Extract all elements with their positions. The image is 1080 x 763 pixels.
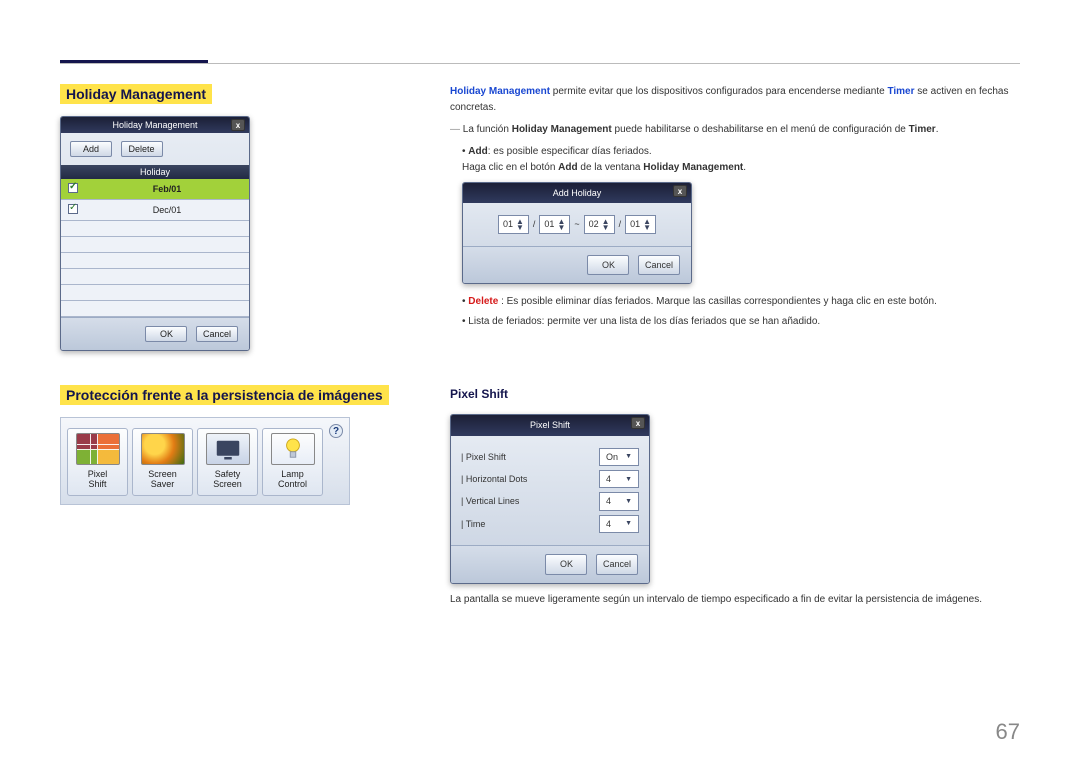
- term-timer: Timer: [887, 86, 914, 97]
- intro-paragraph: Holiday Management permite evitar que lo…: [450, 84, 1020, 116]
- pixel-shift-heading: Pixel Shift: [450, 385, 1020, 404]
- bullet-list: Lista de feriados: permite ver una lista…: [462, 314, 1020, 330]
- page-number: 67: [996, 719, 1020, 745]
- table-row: [61, 253, 249, 269]
- ok-button[interactable]: OK: [145, 326, 187, 342]
- table-row: [61, 269, 249, 285]
- month-end-spinner[interactable]: 02▲▼: [584, 215, 615, 233]
- screen-saver-tile[interactable]: Screen Saver: [132, 428, 193, 496]
- pixel-shift-icon: [76, 433, 120, 465]
- safety-functions-panel: ? Pixel Shift Screen Saver: [60, 417, 350, 505]
- bullet-delete: Delete : Es posible eliminar días feriad…: [462, 294, 1020, 310]
- dialog-title-text: Pixel Shift: [530, 418, 570, 432]
- help-icon[interactable]: ?: [329, 424, 343, 438]
- pixel-shift-caption: La pantalla se mueve ligeramente según u…: [450, 592, 1020, 608]
- day-start-spinner[interactable]: 01▲▼: [539, 215, 570, 233]
- setting-vertical-lines: | Vertical Lines 4▼: [461, 492, 639, 510]
- table-row: [61, 285, 249, 301]
- checkbox-icon[interactable]: [68, 204, 78, 214]
- safety-screen-icon: [206, 433, 250, 465]
- vertical-lines-dropdown[interactable]: 4▼: [599, 492, 639, 510]
- chevron-down-icon: ▼: [625, 518, 632, 529]
- cancel-button[interactable]: Cancel: [196, 326, 238, 342]
- range-separator: ~: [574, 217, 579, 231]
- pixel-shift-tile[interactable]: Pixel Shift: [67, 428, 128, 496]
- cancel-button[interactable]: Cancel: [596, 554, 638, 574]
- close-icon[interactable]: x: [231, 119, 245, 131]
- table-row: [61, 301, 249, 317]
- safety-screen-tile[interactable]: Safety Screen: [197, 428, 258, 496]
- lamp-icon: [271, 433, 315, 465]
- holiday-date-cell: Dec/01: [85, 200, 249, 221]
- time-dropdown[interactable]: 4▼: [599, 515, 639, 533]
- setting-pixel-shift: | Pixel Shift On▼: [461, 448, 639, 466]
- note-line: La función Holiday Management puede habi…: [450, 122, 1020, 138]
- dialog-title: Add Holiday x: [463, 183, 691, 203]
- dialog-title: Holiday Management x: [61, 117, 249, 133]
- table-row: Feb/01: [61, 179, 249, 200]
- table-row: [61, 237, 249, 253]
- checkbox-icon[interactable]: [68, 183, 78, 193]
- table-row: [61, 221, 249, 237]
- chevron-down-icon: ▼: [625, 496, 632, 507]
- add-button[interactable]: Add: [70, 141, 112, 157]
- section-title-persistence: Protección frente a la persistencia de i…: [60, 385, 389, 405]
- day-end-spinner[interactable]: 01▲▼: [625, 215, 656, 233]
- holiday-date-cell: Feb/01: [85, 179, 249, 200]
- month-start-spinner[interactable]: 01▲▼: [498, 215, 529, 233]
- bullet-add: Add: es posible especificar días feriado…: [462, 144, 1020, 284]
- lamp-control-tile[interactable]: Lamp Control: [262, 428, 323, 496]
- delete-button[interactable]: Delete: [121, 141, 163, 157]
- chevron-down-icon: ▼: [625, 451, 632, 462]
- holiday-management-dialog: Holiday Management x Add Delete Holiday …: [60, 116, 250, 351]
- horizontal-dots-dropdown[interactable]: 4▼: [599, 470, 639, 488]
- screen-saver-icon: [141, 433, 185, 465]
- close-icon[interactable]: x: [673, 185, 687, 197]
- holiday-table: Feb/01 Dec/01: [61, 179, 249, 317]
- setting-horizontal-dots: | Horizontal Dots 4▼: [461, 470, 639, 488]
- table-row: Dec/01: [61, 200, 249, 221]
- add-holiday-dialog: Add Holiday x 01▲▼ / 01▲▼ ~ 02▲▼ / 01▲▼: [462, 182, 692, 284]
- holiday-column-header: Holiday: [61, 165, 249, 179]
- chevron-down-icon: ▼: [625, 474, 632, 485]
- section-title-holiday: Holiday Management: [60, 84, 212, 104]
- setting-time: | Time 4▼: [461, 515, 639, 533]
- pixel-shift-dropdown[interactable]: On▼: [599, 448, 639, 466]
- dialog-title: Pixel Shift x: [451, 415, 649, 435]
- dialog-title-text: Holiday Management: [112, 120, 197, 130]
- pixel-shift-dialog: Pixel Shift x | Pixel Shift On▼ | Horizo…: [450, 414, 650, 583]
- dialog-title-text: Add Holiday: [553, 186, 602, 200]
- ok-button[interactable]: OK: [545, 554, 587, 574]
- ok-button[interactable]: OK: [587, 255, 629, 275]
- term-holiday-management: Holiday Management: [450, 86, 550, 97]
- close-icon[interactable]: x: [631, 417, 645, 429]
- cancel-button[interactable]: Cancel: [638, 255, 680, 275]
